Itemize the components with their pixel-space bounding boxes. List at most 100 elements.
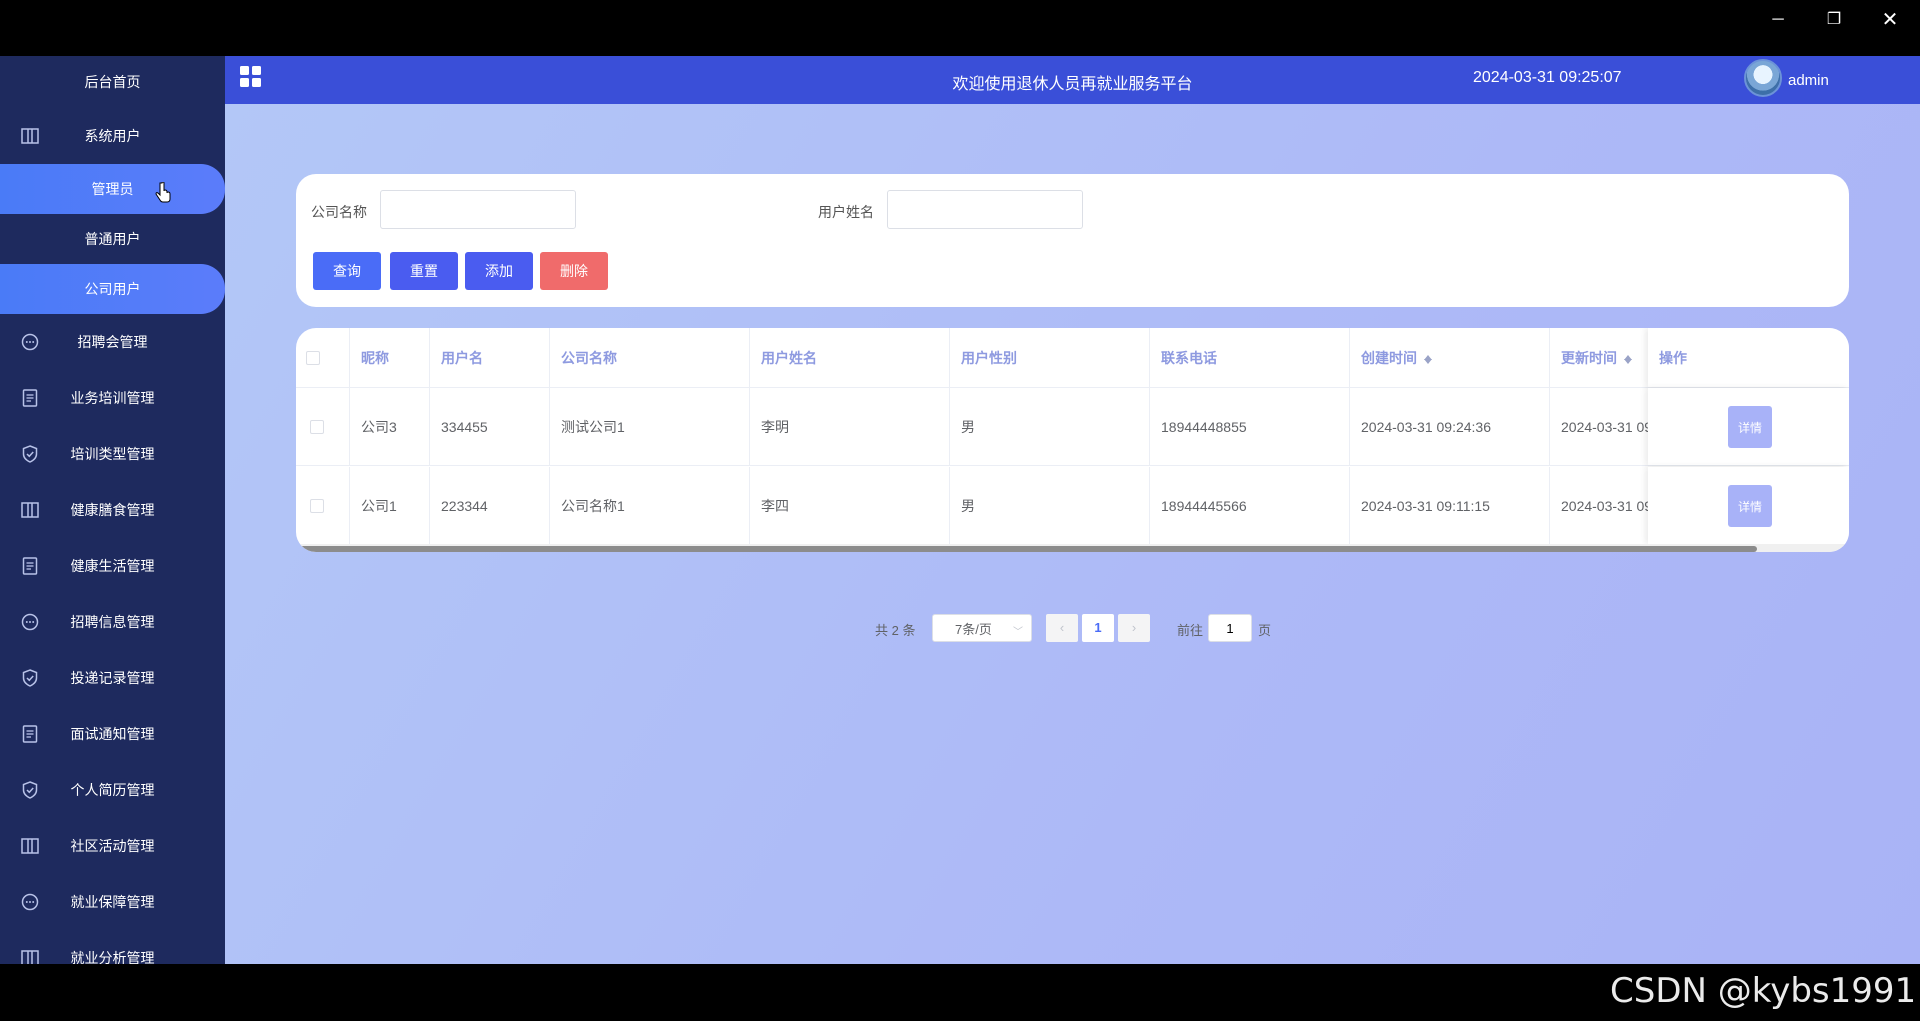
- sidebar-item-label: 后台首页: [84, 74, 141, 90]
- actions-cell: 详情: [1648, 467, 1849, 544]
- sidebar-item[interactable]: 就业保障管理: [0, 874, 225, 930]
- sidebar-item[interactable]: 健康膳食管理: [0, 482, 225, 538]
- sidebar-subitem-admin[interactable]: 管理员: [0, 164, 225, 214]
- sidebar-subitem-normal-user[interactable]: 普通用户: [0, 214, 225, 264]
- document-icon: [20, 388, 40, 408]
- sidebar-item-label: 个人简历管理: [70, 782, 155, 798]
- pagination-total: 共 2 条: [875, 623, 916, 638]
- column-header-label: 用户名: [441, 349, 483, 366]
- sidebar-item-label: 系统用户: [84, 128, 141, 144]
- close-button[interactable]: ✕: [1870, 8, 1910, 32]
- column-header-created-at[interactable]: 创建时间: [1350, 328, 1550, 387]
- sidebar-item-label: 面试通知管理: [70, 726, 155, 742]
- sidebar-item[interactable]: 健康生活管理: [0, 538, 225, 594]
- columns-icon: [20, 836, 40, 856]
- header-checkbox-cell: [296, 328, 350, 387]
- data-table: 昵称 用户名 公司名称 用户姓名 用户性别 联系电话 创建时间 更新时间 操作 公司3 334455…: [296, 328, 1849, 552]
- cell-phone: 18944445566: [1150, 467, 1350, 544]
- reset-button[interactable]: 重置: [390, 252, 458, 290]
- mouse-pointer-icon: [155, 182, 171, 203]
- avatar[interactable]: [1744, 59, 1782, 97]
- select-all-checkbox[interactable]: [306, 350, 320, 365]
- minimize-button[interactable]: ─: [1758, 8, 1798, 32]
- sidebar-subitem-company-user[interactable]: 公司用户: [0, 264, 225, 314]
- actions-cell: 详情: [1648, 388, 1849, 465]
- user-name-input[interactable]: [887, 190, 1083, 229]
- cell-phone: 18944448855: [1150, 388, 1350, 465]
- maximize-button[interactable]: ❐: [1814, 8, 1854, 32]
- sidebar-item[interactable]: 面试通知管理: [0, 706, 225, 762]
- columns-icon: [20, 126, 40, 146]
- page-number-current[interactable]: 1: [1082, 614, 1114, 642]
- sidebar-item-system-users[interactable]: 系统用户: [0, 108, 225, 164]
- column-header-username: 用户名: [430, 328, 550, 387]
- sidebar-item[interactable]: 就业分析管理: [0, 930, 225, 964]
- chat-icon: [20, 332, 40, 352]
- sidebar-item-label: 培训类型管理: [70, 446, 155, 462]
- sidebar-item-label: 健康膳食管理: [70, 502, 155, 518]
- column-header-nickname: 昵称: [350, 328, 430, 387]
- goto-page-input[interactable]: [1208, 614, 1252, 642]
- column-header-updated-at[interactable]: 更新时间: [1550, 328, 1650, 387]
- company-name-input[interactable]: [380, 190, 576, 229]
- delete-button[interactable]: 删除: [540, 252, 608, 290]
- pagination: 共 2 条 7条/页 ﹀ ‹ 1 › 前往 页: [225, 613, 1920, 643]
- sidebar-item-label: 招聘会管理: [77, 334, 148, 350]
- cell-created-at: 2024-03-31 09:11:15: [1350, 467, 1550, 544]
- sort-icon[interactable]: [1623, 351, 1633, 365]
- sidebar: 后台首页 系统用户 管理员 普通用户 公司用户 招聘会管理业务培训管理 培训类型管…: [0, 56, 225, 964]
- row-checkbox[interactable]: [310, 498, 324, 513]
- document-icon: [20, 556, 40, 576]
- row-checkbox[interactable]: [310, 419, 324, 434]
- column-header-phone: 联系电话: [1150, 328, 1350, 387]
- sidebar-item[interactable]: 培训类型管理: [0, 426, 225, 482]
- sidebar-item-label: 业务培训管理: [70, 390, 155, 406]
- add-button[interactable]: 添加: [465, 252, 533, 290]
- cell-username: 334455: [430, 388, 550, 465]
- page-size-select[interactable]: 7条/页 ﹀: [932, 614, 1032, 642]
- sidebar-subitem-label: 公司用户: [84, 281, 141, 297]
- cell-company-name: 公司名称1: [550, 467, 750, 544]
- sidebar-item[interactable]: 投递记录管理: [0, 650, 225, 706]
- columns-icon: [20, 500, 40, 520]
- header-username[interactable]: admin: [1788, 72, 1829, 89]
- row-checkbox-cell: [296, 388, 350, 465]
- cell-nickname: 公司3: [350, 388, 430, 465]
- cell-gender: 男: [950, 467, 1150, 544]
- header-datetime: 2024-03-31 09:25:07: [1473, 69, 1622, 86]
- column-header-actions: 操作: [1648, 328, 1849, 387]
- next-page-button[interactable]: ›: [1118, 614, 1150, 642]
- cell-gender: 男: [950, 388, 1150, 465]
- detail-button[interactable]: 详情: [1728, 406, 1772, 448]
- sort-icon[interactable]: [1423, 351, 1433, 365]
- sidebar-item-label: 就业保障管理: [70, 894, 155, 910]
- sidebar-item[interactable]: 个人简历管理: [0, 762, 225, 818]
- sidebar-item-label: 招聘信息管理: [70, 614, 155, 630]
- column-header-label: 更新时间: [1561, 349, 1617, 366]
- sidebar-item[interactable]: 业务培训管理: [0, 370, 225, 426]
- header-title-text: 欢迎使用退休人员再就业服务平台: [952, 76, 1193, 93]
- column-header-gender: 用户性别: [950, 328, 1150, 387]
- column-header-label: 昵称: [361, 349, 389, 366]
- app-window: 后台首页 系统用户 管理员 普通用户 公司用户 招聘会管理业务培训管理 培训类型管…: [0, 56, 1920, 964]
- cell-created-at: 2024-03-31 09:24:36: [1350, 388, 1550, 465]
- sidebar-item[interactable]: 社区活动管理: [0, 818, 225, 874]
- cell-user-name: 李明: [750, 388, 950, 465]
- page-size-value: 7条/页: [955, 621, 992, 637]
- horizontal-scrollbar[interactable]: [300, 546, 1757, 552]
- detail-button[interactable]: 详情: [1728, 485, 1772, 527]
- sidebar-item-label: 就业分析管理: [70, 950, 155, 964]
- sidebar-item-label: 健康生活管理: [70, 558, 155, 574]
- company-name-label: 公司名称: [311, 204, 367, 220]
- sidebar-item[interactable]: 招聘会管理: [0, 314, 225, 370]
- header-title: 欢迎使用退休人员再就业服务平台: [225, 70, 1920, 94]
- cell-user-name: 李四: [750, 467, 950, 544]
- user-name-label: 用户姓名: [818, 204, 874, 220]
- cell-company-name: 测试公司1: [550, 388, 750, 465]
- sidebar-item[interactable]: 招聘信息管理: [0, 594, 225, 650]
- column-header-company-name: 公司名称: [550, 328, 750, 387]
- sidebar-item-home[interactable]: 后台首页: [0, 56, 225, 108]
- bottom-bar: CSDN @kybs1991: [0, 964, 1920, 1021]
- query-button[interactable]: 查询: [313, 252, 381, 290]
- prev-page-button[interactable]: ‹: [1046, 614, 1078, 642]
